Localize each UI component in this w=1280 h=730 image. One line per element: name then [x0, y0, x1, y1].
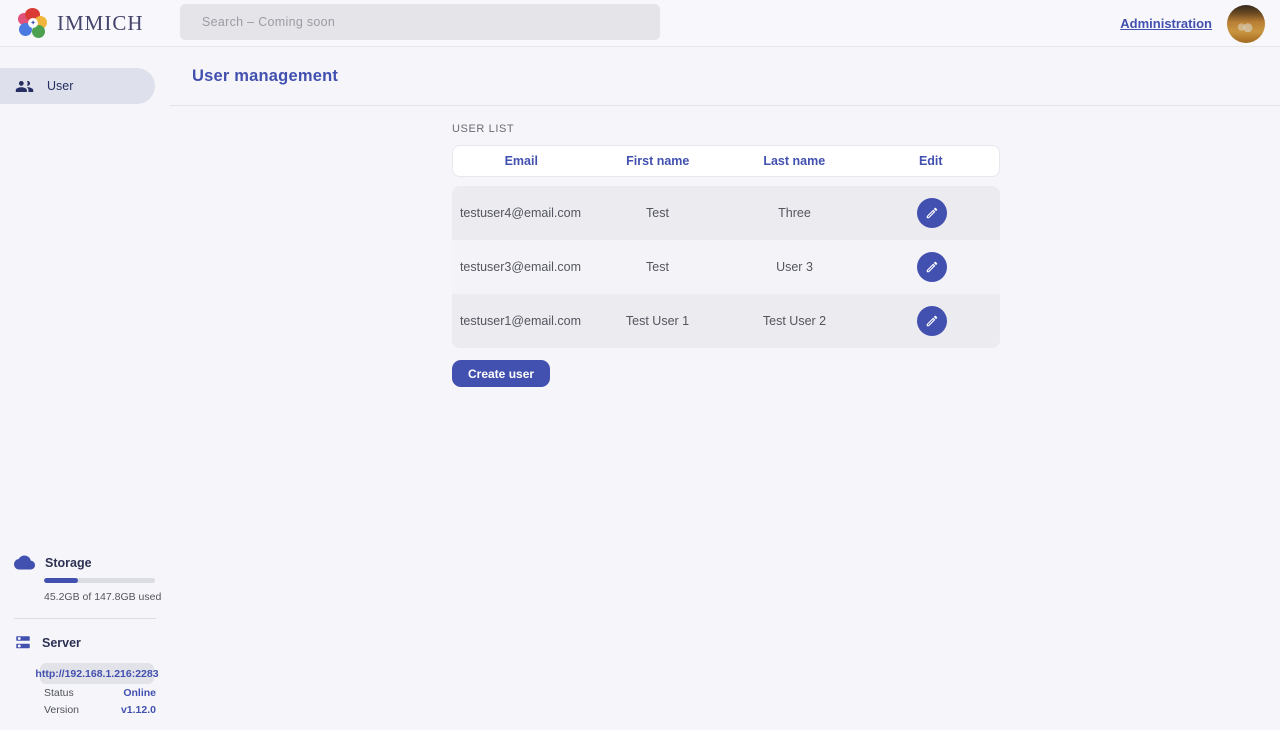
header-right: Administration [1120, 0, 1265, 47]
users-icon [15, 77, 34, 96]
user-first-name-cell: Test [646, 260, 669, 274]
sidebar-item-user[interactable]: User [0, 68, 155, 104]
sidebar-divider [14, 618, 156, 619]
table-body: testuser4@email.com Test Three testuser3… [452, 186, 1000, 348]
table-row: testuser1@email.com Test User 1 Test Use… [452, 294, 1000, 348]
page-title-bar: User management [170, 47, 1280, 106]
status-value: Online [123, 687, 156, 699]
user-email-cell: testuser1@email.com [460, 314, 581, 328]
version-value: v1.12.0 [121, 704, 156, 716]
server-version-row: Version v1.12.0 [44, 701, 156, 718]
table-header-row: Email First name Last name Edit [452, 145, 1000, 177]
sidebar: User Storage 45.2GB of 147.8GB used [0, 47, 170, 730]
cloud-icon [14, 555, 35, 570]
user-first-name-cell: Test [646, 206, 669, 220]
edit-user-button[interactable] [917, 198, 947, 228]
user-avatar[interactable] [1227, 5, 1265, 43]
storage-progress-fill [44, 578, 78, 583]
immich-logo-icon: ✦ [18, 8, 48, 38]
pencil-icon [925, 314, 939, 328]
server-panel: Server http://192.168.1.216:2283 Status … [14, 634, 170, 718]
status-label: Status [44, 687, 74, 699]
server-icon [14, 634, 32, 652]
pencil-icon [925, 260, 939, 274]
col-header-first-name: First name [626, 154, 689, 168]
edit-user-button[interactable] [917, 252, 947, 282]
search-input[interactable] [180, 15, 660, 29]
user-last-name-cell: User 3 [776, 260, 813, 274]
user-email-cell: testuser3@email.com [460, 260, 581, 274]
brand: ✦ IMMICH [18, 8, 144, 38]
server-title: Server [42, 636, 81, 650]
user-last-name-cell: Three [778, 206, 811, 220]
table-row: testuser3@email.com Test User 3 [452, 240, 1000, 294]
search-bar[interactable] [180, 4, 660, 40]
table-row: testuser4@email.com Test Three [452, 186, 1000, 240]
sidebar-item-label: User [47, 79, 73, 93]
sidebar-footer: Storage 45.2GB of 147.8GB used Server ht… [0, 555, 170, 730]
administration-link[interactable]: Administration [1120, 16, 1212, 31]
storage-title: Storage [45, 556, 92, 570]
server-url-badge: http://192.168.1.216:2283 [40, 663, 154, 684]
edit-user-button[interactable] [917, 306, 947, 336]
version-label: Version [44, 704, 79, 716]
section-label: USER LIST [452, 123, 1280, 135]
top-bar: ✦ IMMICH Administration [0, 0, 1280, 47]
col-header-last-name: Last name [763, 154, 825, 168]
page-title: User management [192, 67, 338, 86]
user-first-name-cell: Test User 1 [626, 314, 689, 328]
pencil-icon [925, 206, 939, 220]
server-status-row: Status Online [44, 684, 156, 701]
main-content: User management USER LIST Email First na… [170, 47, 1280, 730]
storage-progress-bar [44, 578, 155, 583]
storage-panel: Storage 45.2GB of 147.8GB used [14, 555, 170, 603]
user-last-name-cell: Test User 2 [763, 314, 826, 328]
col-header-edit: Edit [919, 154, 943, 168]
storage-usage-text: 45.2GB of 147.8GB used [44, 591, 170, 603]
create-user-button[interactable]: Create user [452, 360, 550, 387]
user-table: Email First name Last name Edit testuser… [452, 145, 1000, 348]
col-header-email: Email [505, 154, 538, 168]
brand-title: IMMICH [57, 11, 144, 36]
user-email-cell: testuser4@email.com [460, 206, 581, 220]
